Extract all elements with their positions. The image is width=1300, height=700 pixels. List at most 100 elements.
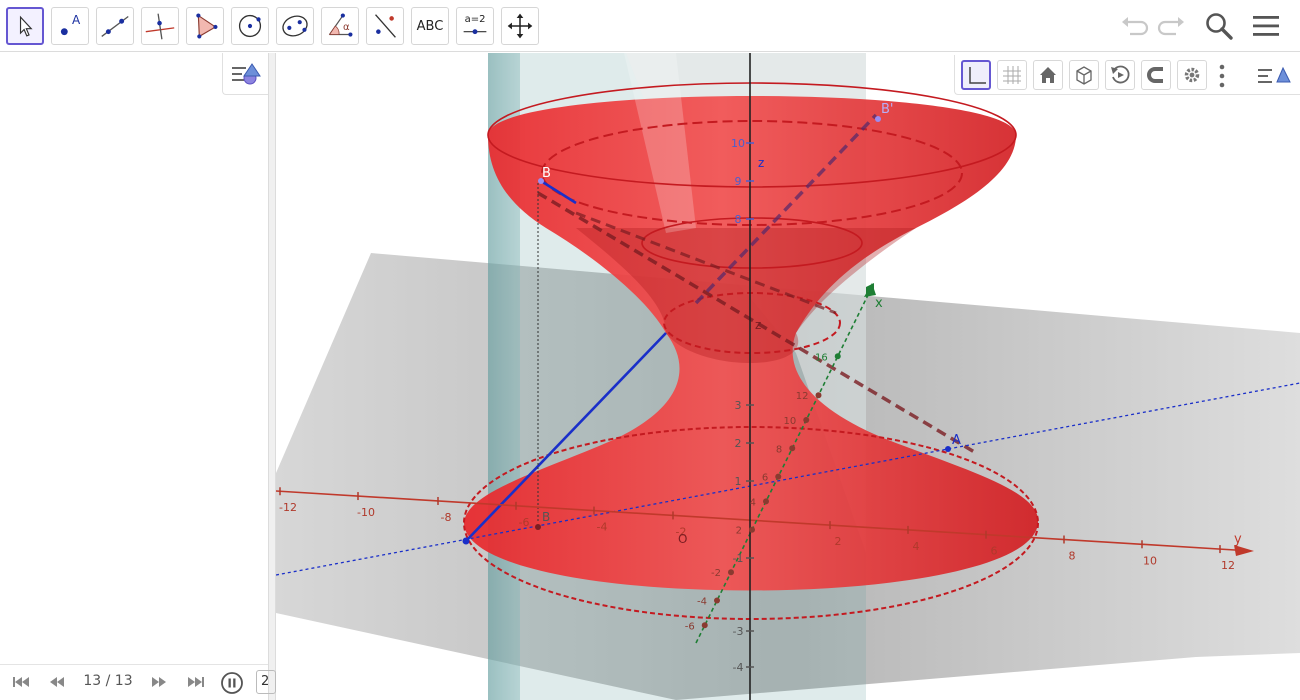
algebra-view (0, 53, 268, 700)
x-tick--6-mark (701, 622, 708, 629)
speed-input[interactable]: 2 (256, 670, 276, 694)
previous-step-icon (50, 677, 64, 687)
first-step-button[interactable] (10, 673, 32, 691)
scene-canvas[interactable]: -12 -10 -8 -6 -4 -22 4 6 8 10 12 1612108642-2-4-6 … (276, 53, 1300, 700)
x-tick--4-label: -4 (697, 597, 707, 608)
x-tick-10-mark (803, 416, 810, 423)
move-tool[interactable] (6, 7, 44, 45)
previous-step-button[interactable] (46, 673, 68, 691)
z-tick-10-label: 10 (731, 137, 745, 150)
x-tick-2-mark (749, 526, 755, 533)
view-cube-icon (1076, 66, 1092, 85)
x-tick-4-mark (763, 498, 769, 505)
algebra-style-bar-toggle[interactable] (222, 53, 268, 95)
y-tick--4-label: -4 (597, 521, 608, 534)
x-tick-6-mark (775, 473, 782, 480)
pause-icon (221, 672, 243, 694)
y-tick-8-label: 8 (1069, 549, 1076, 562)
point-B-label: B (542, 166, 551, 181)
next-step-button[interactable] (148, 673, 170, 691)
reflect-tool[interactable] (366, 7, 404, 45)
z-tick--4-label: -4 (733, 661, 744, 674)
x-tick-8-mark (789, 445, 796, 452)
pause-button[interactable] (220, 671, 244, 695)
search-icon (1206, 13, 1233, 40)
text-tool[interactable]: ABC (411, 7, 449, 45)
arrow-cursor-icon (19, 15, 33, 37)
point-z[interactable]: z (755, 318, 761, 332)
conic-icon (282, 15, 308, 37)
angle-tool-label: α (343, 22, 350, 33)
redo-button[interactable] (1156, 10, 1188, 42)
point-tool[interactable]: A (51, 7, 89, 45)
menu-button[interactable] (1250, 10, 1282, 42)
x-tick-10-label: 10 (784, 416, 797, 427)
next-step-icon (152, 677, 166, 687)
y-tick-4-label: 4 (913, 540, 920, 553)
polygon-icon (196, 13, 218, 39)
axes-icon (969, 67, 986, 84)
x-tick-8-label: 8 (776, 444, 782, 455)
polygon-tool[interactable] (186, 7, 224, 45)
conic-tool[interactable] (276, 7, 314, 45)
settings-button[interactable] (1177, 60, 1207, 90)
grid-icon (1003, 66, 1021, 84)
graphics-style-bar-toggle[interactable] (1257, 62, 1291, 88)
perpendicular-line-tool[interactable] (141, 7, 179, 45)
z-axis-label: z (758, 156, 764, 170)
projection-button[interactable] (1141, 60, 1171, 90)
circle-tool[interactable] (231, 7, 269, 45)
z-tick-1-label: 1 (735, 475, 742, 488)
last-step-icon (188, 677, 204, 687)
z-tick-3-label: 3 (735, 399, 742, 412)
settings-icon (1184, 67, 1200, 83)
text-icon: ABC (416, 18, 444, 34)
y-tick-10-label: 10 (1143, 554, 1157, 567)
point-tool-label: A (72, 13, 81, 27)
z-tick-9-label: 9 (735, 175, 742, 188)
angle-icon (328, 13, 353, 37)
slider-tool-label: a=2 (464, 14, 486, 25)
construction-player: 13 / 13 2 (0, 664, 276, 700)
angle-tool[interactable]: α (321, 7, 359, 45)
x-tick--4-mark (714, 597, 720, 604)
y-tick--8-label: -8 (441, 511, 452, 524)
point-projection-B-label: B (542, 510, 550, 524)
last-step-button[interactable] (185, 673, 207, 691)
x-tick--6-label: -6 (685, 621, 695, 632)
point-blue-end[interactable] (462, 537, 470, 545)
search-button[interactable] (1203, 10, 1235, 42)
line-icon (101, 15, 129, 37)
point-B-prime-label: B' (881, 102, 894, 117)
grid-toggle[interactable] (997, 60, 1027, 90)
point-origin[interactable]: O (678, 532, 687, 546)
y-tick-6-label: 6 (991, 545, 998, 558)
more-options-button[interactable] (1217, 63, 1227, 89)
slider-tool[interactable]: a=2 (456, 7, 494, 45)
panel-splitter[interactable] (268, 53, 276, 700)
point-icon (60, 28, 68, 36)
x-tick-6-label: 6 (762, 473, 768, 484)
perpendicular-icon (145, 13, 175, 40)
projection-icon (1147, 67, 1163, 83)
home-button[interactable] (1033, 60, 1063, 90)
graphics-style-bar (954, 55, 1300, 95)
more-vertical-icon (1219, 64, 1225, 88)
view-cube-button[interactable] (1069, 60, 1099, 90)
y-tick--6-label: -6 (519, 516, 530, 529)
line-tool[interactable] (96, 7, 134, 45)
graphics-3d-view[interactable]: -12 -10 -8 -6 -4 -2 2 4 6 8 10 12 16 12 10 8 6 4 2 -2 -4 -6 … (276, 53, 1300, 700)
x-tick-2-label: 2 (736, 526, 742, 537)
undo-button[interactable] (1118, 10, 1150, 42)
circle-icon (238, 14, 262, 38)
home-icon (1040, 67, 1056, 83)
z-tick-8-label: 8 (735, 213, 742, 226)
y-tick-2-label: 2 (835, 535, 842, 548)
first-step-icon (13, 677, 29, 687)
x-tick-12-label: 12 (796, 391, 809, 402)
move-view-tool[interactable] (501, 7, 539, 45)
axes-toggle[interactable] (961, 60, 991, 90)
y-tick--12-label: -12 (279, 501, 297, 514)
point-A-label: A (952, 433, 961, 448)
rotate-view-button[interactable] (1105, 60, 1135, 90)
